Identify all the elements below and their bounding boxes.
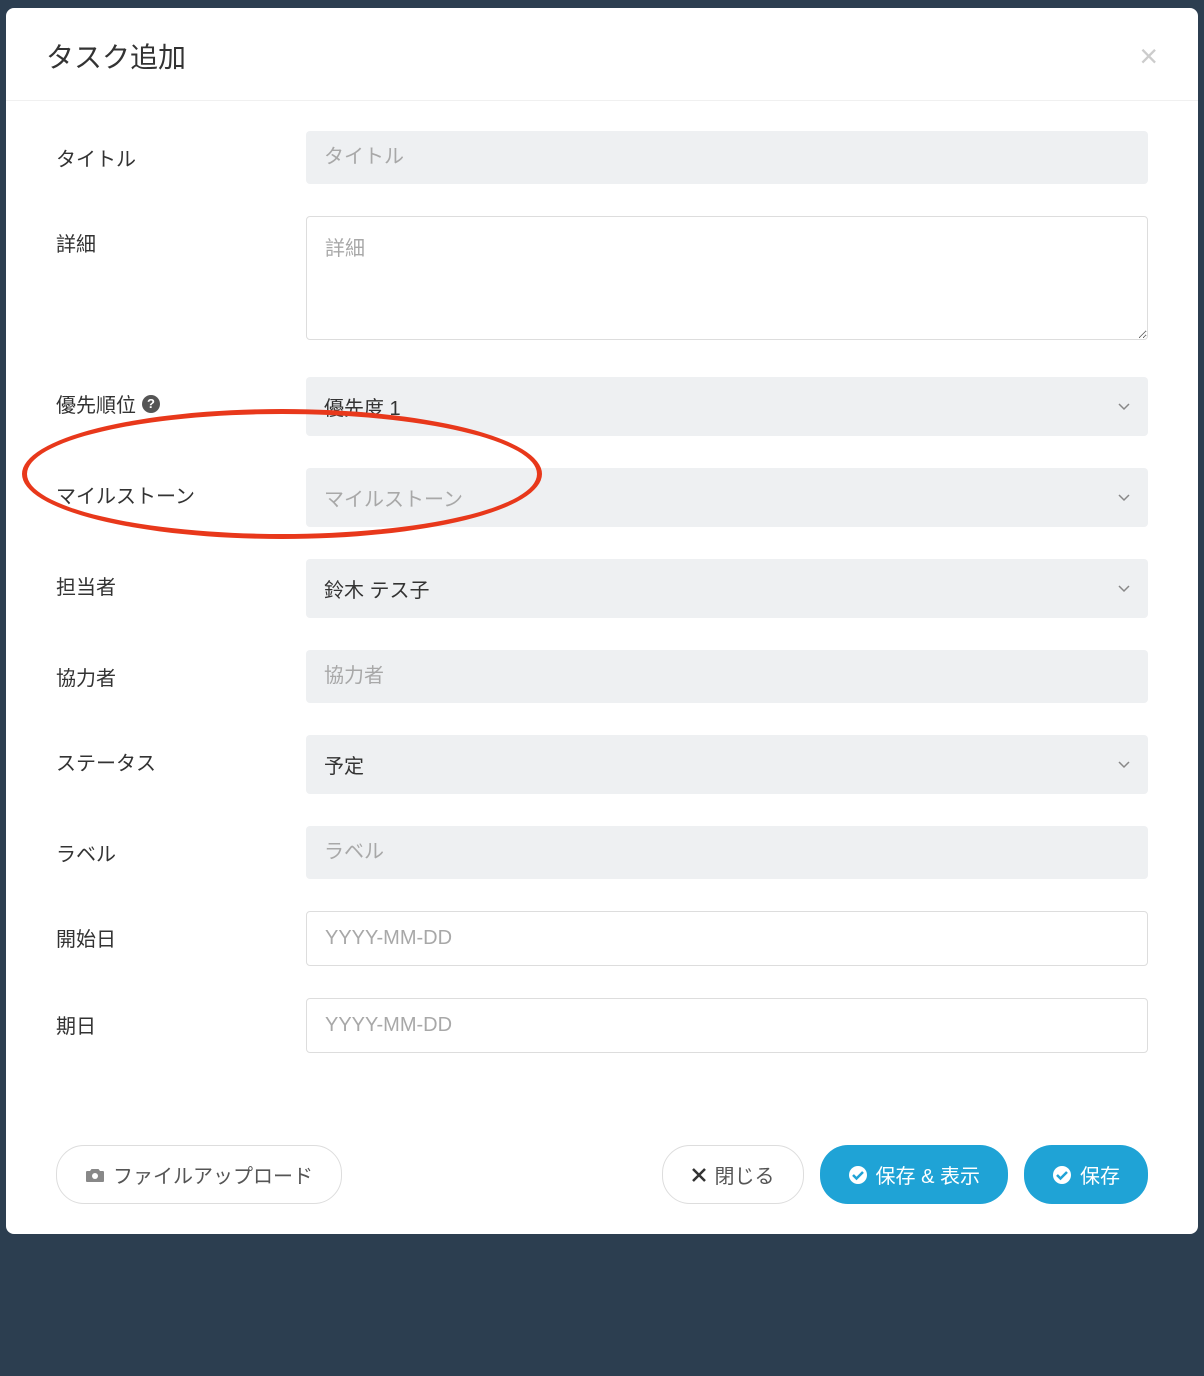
start-date-label: 開始日 — [56, 911, 306, 952]
start-date-input[interactable] — [306, 911, 1148, 966]
field-row-start-date: 開始日 — [56, 911, 1148, 966]
help-icon[interactable]: ? — [142, 395, 160, 413]
label-input[interactable] — [306, 826, 1148, 879]
title-label: タイトル — [56, 131, 306, 172]
assignee-select[interactable]: 鈴木 テス子 — [306, 559, 1148, 618]
status-label: ステータス — [56, 735, 306, 776]
check-circle-icon — [848, 1165, 868, 1185]
save-and-show-button[interactable]: 保存 & 表示 — [820, 1145, 1008, 1204]
close-icon[interactable]: × — [1139, 40, 1158, 72]
modal-footer: ファイルアップロード 閉じる 保存 & 表示 — [6, 1125, 1198, 1234]
priority-select[interactable]: 優先度 1 — [306, 377, 1148, 436]
label-label: ラベル — [56, 826, 306, 867]
add-task-modal: タスク追加 × タイトル 詳細 優先順位 ? 優先度 1 — [6, 8, 1198, 1234]
field-row-title: タイトル — [56, 131, 1148, 184]
collaborator-label: 協力者 — [56, 650, 306, 691]
due-date-label: 期日 — [56, 998, 306, 1039]
field-row-detail: 詳細 — [56, 216, 1148, 345]
check-circle-icon — [1052, 1165, 1072, 1185]
modal-header: タスク追加 × — [6, 8, 1198, 101]
milestone-select[interactable]: マイルストーン — [306, 468, 1148, 527]
modal-body: タイトル 詳細 優先順位 ? 優先度 1 — [6, 101, 1198, 1125]
status-select[interactable]: 予定 — [306, 735, 1148, 794]
footer-actions: 閉じる 保存 & 表示 — [662, 1145, 1148, 1204]
due-date-input[interactable] — [306, 998, 1148, 1053]
field-row-status: ステータス 予定 — [56, 735, 1148, 794]
field-row-milestone: マイルストーン マイルストーン — [56, 468, 1148, 527]
field-row-assignee: 担当者 鈴木 テス子 — [56, 559, 1148, 618]
field-row-due-date: 期日 — [56, 998, 1148, 1053]
camera-icon — [85, 1167, 105, 1183]
close-button[interactable]: 閉じる — [662, 1145, 804, 1204]
milestone-label: マイルストーン — [56, 468, 306, 509]
file-upload-button[interactable]: ファイルアップロード — [56, 1145, 342, 1204]
modal-title: タスク追加 — [46, 36, 186, 76]
x-icon — [691, 1167, 707, 1183]
title-input[interactable] — [306, 131, 1148, 184]
field-row-priority: 優先順位 ? 優先度 1 — [56, 377, 1148, 436]
detail-label: 詳細 — [56, 216, 306, 257]
collaborator-input[interactable] — [306, 650, 1148, 703]
assignee-label: 担当者 — [56, 559, 306, 600]
save-button[interactable]: 保存 — [1024, 1145, 1148, 1204]
detail-textarea[interactable] — [306, 216, 1148, 340]
field-row-label: ラベル — [56, 826, 1148, 879]
field-row-collaborator: 協力者 — [56, 650, 1148, 703]
priority-label: 優先順位 ? — [56, 377, 306, 418]
